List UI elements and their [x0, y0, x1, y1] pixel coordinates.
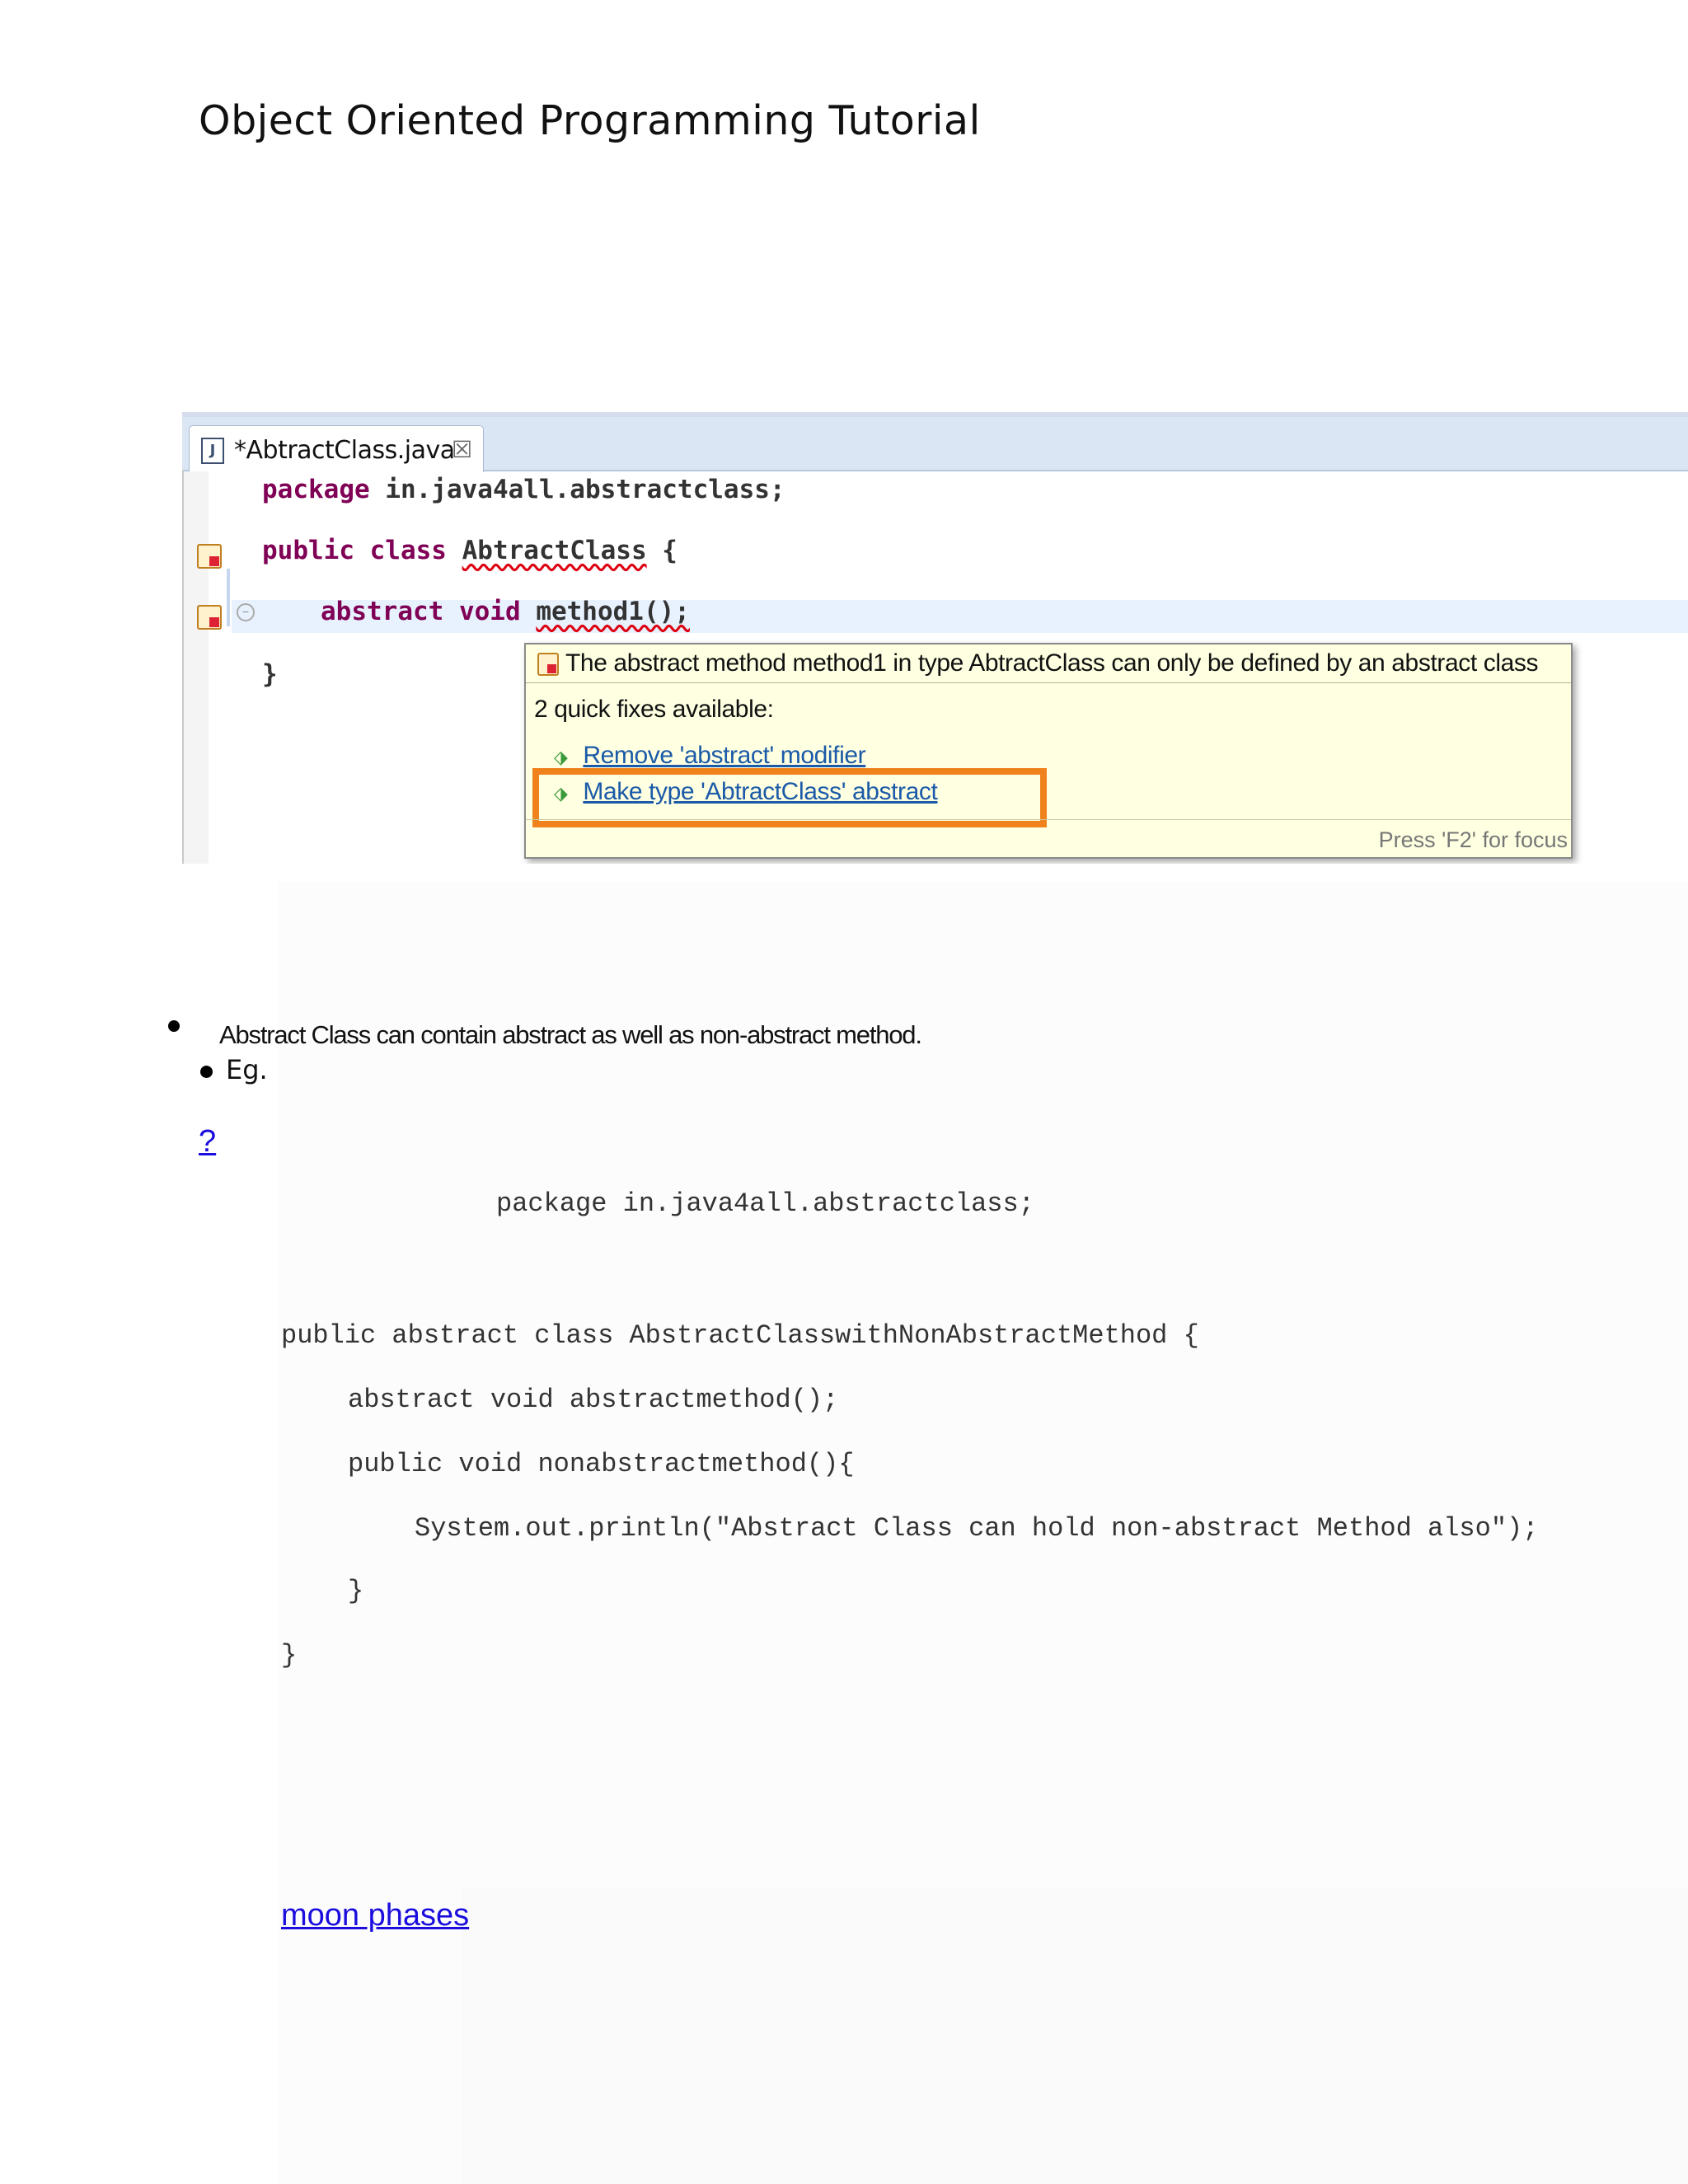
- tooltip-header: The abstract method method1 in type Abtr…: [526, 644, 1571, 683]
- ruler-change-marker: [227, 569, 230, 626]
- close-icon[interactable]: ☒: [452, 436, 472, 463]
- error-marker-icon[interactable]: [197, 544, 222, 569]
- error-icon: [537, 653, 559, 676]
- code-view-source-link[interactable]: ?: [199, 1124, 216, 1160]
- quick-fix-item-remove-abstract[interactable]: ⬗ Remove 'abstract' modifier: [554, 742, 866, 770]
- code-line: System.out.println("Abstract Class can h…: [415, 1513, 1539, 1544]
- code-line: package in.java4all.abstractclass;: [496, 1188, 1034, 1219]
- editor-tab-label: *AbtractClass.java: [234, 436, 455, 465]
- bullet-text: Abstract Class can contain abstract as w…: [219, 1020, 922, 1049]
- code-line: }: [348, 1576, 364, 1606]
- code-keyword: abstract void: [321, 597, 521, 626]
- error-message: The abstract method method1 in type Abtr…: [565, 649, 1539, 677]
- editor-tab-bar: J *AbtractClass.java ☒: [182, 417, 1688, 472]
- bullet-dot: [168, 1020, 180, 1032]
- error-squiggle-class-name[interactable]: AbtractClass: [462, 536, 647, 565]
- code-text: in.java4all.abstractclass;: [369, 475, 785, 504]
- editor-ruler: [184, 471, 209, 864]
- editor-tab[interactable]: J *AbtractClass.java ☒: [189, 425, 484, 472]
- code-line-package: package in.java4all.abstractclass;: [262, 475, 785, 504]
- page-title: Object Oriented Programming Tutorial: [199, 97, 981, 144]
- code-line-method: abstract void method1();: [321, 597, 690, 626]
- content-column-tint-lower: [462, 1887, 1688, 2184]
- error-marker-icon[interactable]: [197, 605, 222, 630]
- code-line: abstract void abstractmethod();: [348, 1385, 839, 1415]
- fold-collapse-icon[interactable]: −: [237, 603, 255, 621]
- code-line-class: public class AbtractClass {: [262, 536, 678, 565]
- quick-fix-arrow-icon: ⬗: [554, 747, 568, 767]
- code-keyword: package: [262, 475, 370, 504]
- code-line: }: [281, 1640, 298, 1671]
- code-line-close-brace: }: [262, 659, 278, 689]
- code-text: {: [646, 536, 678, 565]
- footer-link[interactable]: moon phases: [281, 1898, 469, 1933]
- quick-fix-count: 2 quick fixes available:: [534, 696, 774, 723]
- code-keyword: public class: [262, 536, 447, 565]
- focus-hint: Press 'F2' for focus: [1378, 827, 1568, 852]
- java-file-icon: J: [201, 438, 224, 464]
- bullet-dot: [200, 1066, 213, 1078]
- quick-fix-tooltip: The abstract method method1 in type Abtr…: [524, 643, 1573, 859]
- bullet-text: Eg.: [226, 1054, 268, 1085]
- tooltip-divider: [526, 819, 1571, 820]
- code-line: public void nonabstractmethod(){: [348, 1449, 855, 1479]
- ide-screenshot: J *AbtractClass.java ☒ − package in.java…: [182, 412, 1688, 864]
- code-line: public abstract class AbstractClasswithN…: [281, 1320, 1199, 1351]
- quick-fix-link[interactable]: Remove 'abstract' modifier: [583, 742, 865, 769]
- error-squiggle-method[interactable]: method1();: [536, 597, 690, 626]
